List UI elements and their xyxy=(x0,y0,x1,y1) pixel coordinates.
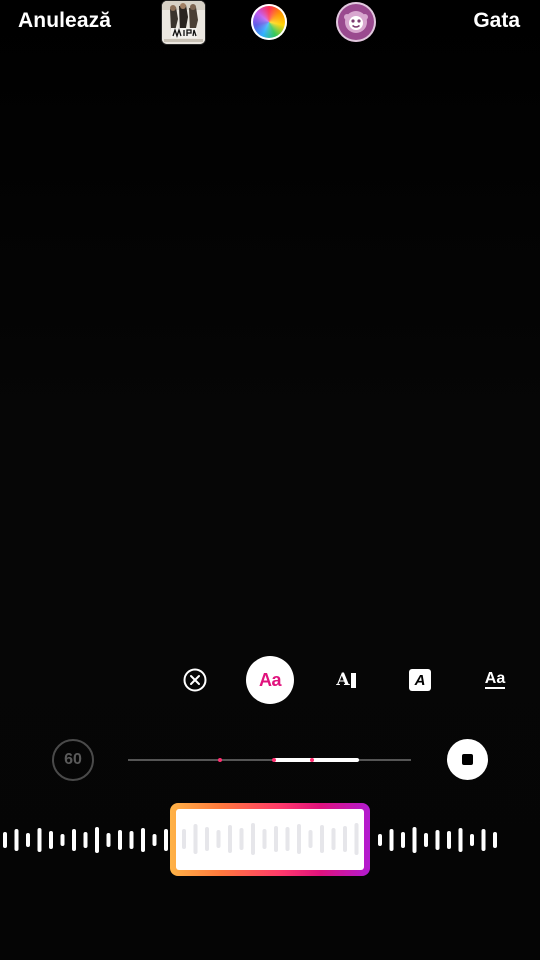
lyric-marker-dot xyxy=(272,758,276,762)
selected-waveform-bars xyxy=(182,823,359,855)
waveform-bar xyxy=(262,829,267,849)
waveform-bar xyxy=(205,827,209,851)
waveform-bar xyxy=(389,829,394,851)
waveform-bar xyxy=(164,829,168,851)
scrubber-selection-window[interactable] xyxy=(273,758,359,762)
waveform-bar xyxy=(37,828,42,852)
waveform-bar xyxy=(216,830,221,848)
waveform-bar xyxy=(129,831,134,849)
waveform-bar xyxy=(447,831,451,849)
lyrics-style-picker: Aa A A Aa xyxy=(0,656,540,706)
style-underline-label: Aa xyxy=(484,670,506,689)
waveform-bar xyxy=(435,830,440,850)
waveform-bar xyxy=(106,833,111,847)
waveform-bar xyxy=(424,833,428,847)
circle-x-icon xyxy=(183,668,207,692)
clip-selection-frame[interactable] xyxy=(170,803,370,876)
color-wheel-icon[interactable] xyxy=(251,4,287,40)
clip-selection-inner xyxy=(176,809,364,870)
waveform-bar xyxy=(3,832,7,848)
style-boxed-button[interactable]: A xyxy=(396,656,444,704)
waveform-bar xyxy=(26,833,30,847)
scrubber-track xyxy=(128,759,411,761)
waveform-bar xyxy=(49,831,53,849)
song-position-scrubber[interactable] xyxy=(128,757,411,763)
style-underline-button[interactable]: Aa xyxy=(471,656,519,704)
cancel-button[interactable]: Anulează xyxy=(18,9,111,33)
style-classic-button[interactable]: Aa xyxy=(246,656,294,704)
waveform-bar xyxy=(401,832,405,848)
waveform-bar xyxy=(118,830,122,850)
waveform-bar xyxy=(239,828,244,850)
stop-button[interactable] xyxy=(447,739,488,780)
waveform-bar xyxy=(141,828,145,852)
style-classic-label: Aa xyxy=(258,669,282,690)
album-cover-thumbnail[interactable] xyxy=(162,1,205,44)
waveform-bar xyxy=(182,829,186,849)
waveform-bar xyxy=(493,832,497,848)
waveform-bar xyxy=(343,826,347,852)
waveform-bar xyxy=(320,825,324,853)
top-bar: Anulează Gata xyxy=(0,0,540,48)
remove-style-button[interactable] xyxy=(171,656,219,704)
done-button[interactable]: Gata xyxy=(473,9,520,33)
waveform-bar xyxy=(274,826,278,852)
face-effect-icon[interactable] xyxy=(336,2,376,42)
album-cover-image xyxy=(162,1,205,44)
clip-duration-label: 60 xyxy=(64,751,82,768)
lyric-marker-dot xyxy=(310,758,314,762)
waveform-bar xyxy=(412,827,417,853)
waveform-bar xyxy=(458,828,463,852)
stop-icon xyxy=(462,754,473,765)
style-boxed-label: A xyxy=(409,669,431,691)
waveform-bar xyxy=(60,834,65,846)
waveform-bar xyxy=(152,834,157,846)
waveform-bar xyxy=(251,823,255,855)
waveform-bar xyxy=(481,829,486,851)
style-serif-label: A xyxy=(336,670,350,690)
waveform-bar xyxy=(378,834,382,846)
waveform-bar xyxy=(285,827,290,851)
waveform-bar xyxy=(193,824,198,854)
clip-duration-button[interactable]: 60 xyxy=(52,739,94,781)
waveform-bar xyxy=(470,834,474,846)
waveform-bar xyxy=(72,829,76,851)
waveform-bar xyxy=(331,828,336,850)
waveform-bar xyxy=(83,832,88,848)
waveform-bar xyxy=(297,824,301,854)
waveform-bar xyxy=(95,827,99,853)
waveform-bar xyxy=(308,830,313,848)
waveform-bar xyxy=(228,825,232,853)
style-serif-button[interactable]: A xyxy=(322,656,370,704)
waveform-bar xyxy=(354,823,359,855)
text-cursor-icon xyxy=(350,672,356,688)
waveform-bar xyxy=(14,829,19,851)
lyric-marker-dot xyxy=(218,758,222,762)
